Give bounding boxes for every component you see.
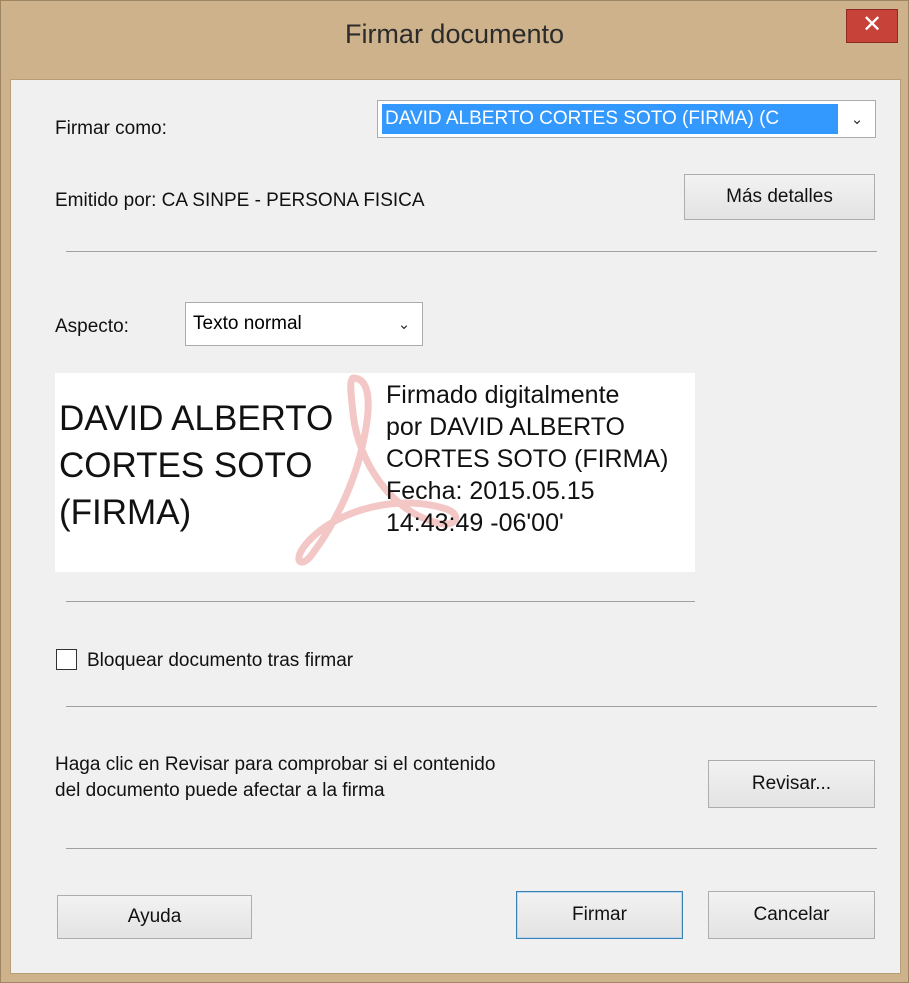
- preview-info-line: Fecha: 2015.05.15: [386, 477, 595, 505]
- appearance-value: Texto normal: [193, 313, 302, 334]
- lock-document-label[interactable]: Bloquear documento tras firmar: [87, 650, 353, 672]
- issuer-text: Emitido por: CA SINPE - PERSONA FISICA: [55, 190, 425, 211]
- preview-info-line: por DAVID ALBERTO: [386, 413, 625, 441]
- chevron-down-icon: ⌄: [839, 101, 875, 137]
- cancel-button[interactable]: Cancelar: [708, 891, 875, 939]
- sign-as-label: Firmar como:: [55, 118, 167, 139]
- sign-as-value: DAVID ALBERTO CORTES SOTO (FIRMA) (C: [382, 104, 838, 134]
- appearance-label: Aspecto:: [55, 316, 129, 337]
- review-button[interactable]: Revisar...: [708, 760, 875, 808]
- help-button-label: Ayuda: [127, 906, 182, 927]
- preview-name-line: CORTES SOTO: [59, 446, 313, 485]
- review-text: Haga clic en Revisar para comprobar si e…: [55, 752, 495, 804]
- review-text-line: Haga clic en Revisar para comprobar si e…: [55, 754, 496, 775]
- more-details-button[interactable]: Más detalles: [684, 174, 875, 220]
- separator-2: [66, 601, 695, 602]
- title-bar[interactable]: Firmar documento ✕: [1, 1, 908, 79]
- preview-name-line: (FIRMA): [59, 493, 192, 532]
- review-text-line: del documento puede afectar a la firma: [55, 780, 385, 801]
- preview-info: Firmado digitalmente por DAVID ALBERTO C…: [386, 379, 668, 539]
- appearance-dropdown[interactable]: Texto normal ⌄: [185, 302, 423, 346]
- signature-preview: DAVID ALBERTO CORTES SOTO (FIRMA) Firmad…: [55, 373, 695, 572]
- cancel-button-label: Cancelar: [753, 904, 830, 925]
- dialog-body: Firmar como: DAVID ALBERTO CORTES SOTO (…: [10, 79, 901, 974]
- lock-document-checkbox[interactable]: [56, 649, 77, 670]
- preview-info-line: 14:43:49 -06'00': [386, 509, 564, 537]
- more-details-label: Más detalles: [726, 186, 833, 207]
- separator-1: [66, 251, 877, 252]
- close-button[interactable]: ✕: [846, 9, 898, 43]
- chevron-down-icon: ⌄: [386, 303, 422, 345]
- window-title: Firmar documento: [344, 19, 565, 49]
- preview-name-line: DAVID ALBERTO: [59, 399, 334, 438]
- preview-info-line: Firmado digitalmente: [386, 381, 620, 409]
- help-button[interactable]: Ayuda: [57, 895, 252, 939]
- preview-info-line: CORTES SOTO (FIRMA): [386, 445, 669, 473]
- sign-as-dropdown[interactable]: DAVID ALBERTO CORTES SOTO (FIRMA) (C ⌄: [377, 100, 876, 138]
- preview-name: DAVID ALBERTO CORTES SOTO (FIRMA): [59, 395, 333, 536]
- separator-3: [66, 706, 877, 707]
- close-icon: ✕: [861, 11, 883, 38]
- separator-4: [66, 848, 877, 849]
- sign-button[interactable]: Firmar: [516, 891, 683, 939]
- dialog-window: Firmar documento ✕ Firmar como: DAVID AL…: [0, 0, 909, 983]
- review-button-label: Revisar...: [751, 773, 832, 794]
- sign-button-label: Firmar: [572, 904, 627, 925]
